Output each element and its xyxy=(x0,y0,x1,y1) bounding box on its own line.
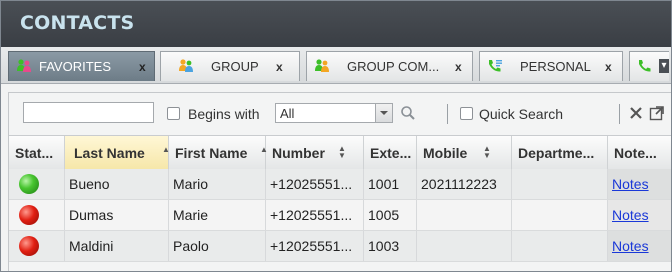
begins-with-label: Begins with xyxy=(188,106,260,122)
chevron-down-icon[interactable] xyxy=(375,104,392,122)
extension-cell: 1001 xyxy=(364,169,417,199)
table-row[interactable]: Dumas Marie +12025551... 1005 Notes xyxy=(9,200,671,231)
tab-label: FAVORITES xyxy=(39,59,111,74)
status-cell xyxy=(9,200,65,230)
table-row[interactable]: Maldini Paolo +12025551... 1003 Notes xyxy=(9,231,671,262)
status-busy-icon xyxy=(19,205,39,225)
tab-label: GROUP xyxy=(211,59,259,74)
sort-indicator-icon: ▲ ▼ xyxy=(483,144,491,160)
column-header-status[interactable]: Stat... xyxy=(9,136,65,169)
tab-personal[interactable]: PERSONAL x xyxy=(479,51,623,81)
number-cell: +12025551... xyxy=(266,231,364,261)
last-name-cell: Maldini xyxy=(65,231,169,261)
tab-strip: FAVORITES x GROUP x GROUP COM... x PERSO… xyxy=(1,47,671,84)
mobile-cell xyxy=(417,200,512,230)
status-available-icon xyxy=(19,174,39,194)
popout-icon[interactable] xyxy=(649,105,665,121)
extension-cell: 1005 xyxy=(364,200,417,230)
notes-link[interactable]: Notes xyxy=(612,238,649,254)
search-toolbar: Begins with All Quick Search xyxy=(9,93,671,135)
extension-cell: 1003 xyxy=(364,231,417,261)
status-cell xyxy=(9,169,65,199)
tab-label: GROUP COM... xyxy=(347,59,440,74)
number-cell: +12025551... xyxy=(266,169,364,199)
tab-close-button[interactable]: x xyxy=(605,60,612,74)
quick-search-checkbox[interactable] xyxy=(460,107,473,120)
column-header-mobile[interactable]: Mobile ▲ ▼ xyxy=(417,136,512,169)
toolbar-divider xyxy=(619,104,620,124)
department-cell xyxy=(512,231,608,261)
quick-search-label: Quick Search xyxy=(479,106,564,122)
table-header: Stat... Last Name ▲ First Name ▲ Number … xyxy=(9,135,671,170)
status-cell xyxy=(9,231,65,261)
column-header-last-name[interactable]: Last Name ▲ xyxy=(65,136,170,169)
group-common-icon xyxy=(315,59,329,72)
column-header-extension[interactable]: Exte... xyxy=(364,136,417,169)
toolbar-divider xyxy=(447,104,448,124)
sort-indicator-icon: ▲ ▼ xyxy=(338,144,346,160)
search-input[interactable] xyxy=(23,102,154,123)
title-bar: CONTACTS xyxy=(1,1,671,47)
department-cell xyxy=(512,169,608,199)
notes-link[interactable]: Notes xyxy=(612,176,649,192)
favorites-people-icon xyxy=(17,59,31,72)
tab-close-button[interactable]: x xyxy=(139,60,146,74)
begins-with-checkbox[interactable] xyxy=(167,107,180,120)
status-busy-icon xyxy=(19,236,39,256)
department-cell xyxy=(512,200,608,230)
notes-cell: Notes xyxy=(608,200,671,230)
column-header-notes[interactable]: Note... xyxy=(608,136,671,169)
personal-phone-icon xyxy=(489,60,502,72)
tab-favorites[interactable]: FAVORITES x xyxy=(8,51,155,81)
notes-cell: Notes xyxy=(608,231,671,261)
table-row[interactable]: Bueno Mario +12025551... 1001 2021112223… xyxy=(9,169,671,200)
last-name-cell: Bueno xyxy=(65,169,169,199)
column-header-number[interactable]: Number ▲ ▼ xyxy=(266,136,364,169)
first-name-cell: Marie xyxy=(169,200,266,230)
notes-cell: Notes xyxy=(608,169,671,199)
search-field-combo[interactable]: All xyxy=(275,103,393,123)
window-title: CONTACTS xyxy=(20,12,135,34)
phone-icon xyxy=(639,60,651,72)
column-header-department[interactable]: Departme... xyxy=(512,136,608,169)
first-name-cell: Paolo xyxy=(169,231,266,261)
tab-group-common[interactable]: GROUP COM... x xyxy=(306,51,473,81)
notes-link[interactable]: Notes xyxy=(612,207,649,223)
mobile-cell: 2021112223 xyxy=(417,169,512,199)
mobile-cell xyxy=(417,231,512,261)
group-people-icon xyxy=(179,59,193,72)
tab-label: PERSONAL xyxy=(520,59,591,74)
first-name-cell: Mario xyxy=(169,169,266,199)
column-header-first-name[interactable]: First Name ▲ xyxy=(169,136,268,169)
number-cell: +12025551... xyxy=(266,200,364,230)
tab-close-button[interactable]: x xyxy=(455,60,462,74)
combo-value: All xyxy=(280,106,295,121)
last-name-cell: Dumas xyxy=(65,200,169,230)
contacts-window: CONTACTS FAVORITES x GROUP x GROUP COM..… xyxy=(0,0,672,272)
tab-close-button[interactable]: x xyxy=(276,60,283,74)
clear-icon[interactable] xyxy=(629,106,643,120)
contacts-panel: Begins with All Quick Search Stat... Las… xyxy=(8,92,671,271)
search-icon[interactable] xyxy=(400,105,416,121)
tab-group[interactable]: GROUP x xyxy=(160,51,300,81)
tab-scroll-menu-icon[interactable]: ▾ xyxy=(659,59,669,73)
